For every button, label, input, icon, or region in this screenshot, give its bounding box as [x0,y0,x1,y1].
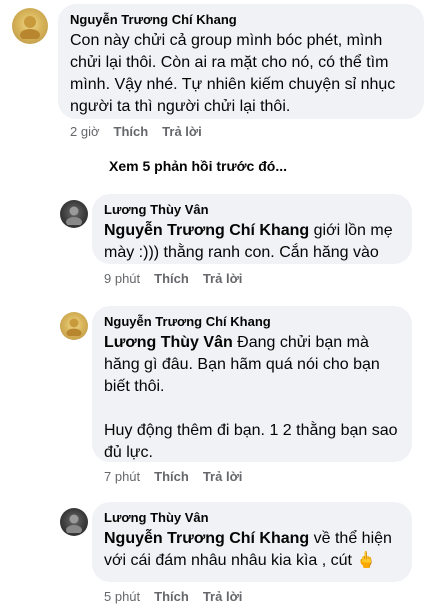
reply-button[interactable]: Trả lời [162,124,202,139]
reply-text: Nguyễn Trương Chí Khang về thể hiện với … [104,530,397,569]
reply-timestamp[interactable]: 5 phút [104,589,140,604]
mention-link[interactable]: Lương Thùy Vân [104,334,233,351]
middle-finger-emoji-icon: 🖕 [356,552,377,569]
reply-bubble: Lương Thùy Vân Nguyễn Trương Chí Khang g… [92,194,412,264]
mention-link[interactable]: Nguyễn Trương Chí Khang [104,222,309,239]
mention-link[interactable]: Nguyễn Trương Chí Khang [104,530,309,547]
like-button[interactable]: Thích [154,589,189,604]
comment-author[interactable]: Nguyễn Trương Chí Khang [70,12,412,28]
avatar[interactable] [12,8,48,44]
like-button[interactable]: Thích [154,469,189,484]
reply-bubble: Lương Thùy Vân Nguyễn Trương Chí Khang v… [92,502,412,582]
comment-actions: 2 giờ Thích Trả lời [70,124,202,139]
comment-timestamp[interactable]: 2 giờ [70,124,100,139]
reply-button[interactable]: Trả lời [203,589,243,604]
avatar[interactable] [60,508,88,536]
reply-actions: 5 phút Thích Trả lời [104,589,242,604]
avatar[interactable] [60,200,88,228]
buddha-avatar-icon [20,16,40,39]
buddha-avatar-icon [66,318,82,336]
reply-author[interactable]: Nguyễn Trương Chí Khang [104,314,400,330]
like-button[interactable]: Thích [154,271,189,286]
comment-text: Con này chửi cả group mình bóc phét, mìn… [70,32,400,115]
person-avatar-icon [66,514,82,533]
reply-author[interactable]: Lương Thùy Vân [104,202,400,218]
reply-timestamp[interactable]: 9 phút [104,271,140,286]
avatar[interactable] [60,312,88,340]
reply-text-paragraph: Huy động thêm đi bạn. 1 2 thằng bạn sao … [104,422,402,461]
reply-button[interactable]: Trả lời [203,469,243,484]
reply-timestamp[interactable]: 7 phút [104,469,140,484]
reply-author[interactable]: Lương Thùy Vân [104,510,400,526]
reply-actions: 9 phút Thích Trả lời [104,271,242,286]
person-avatar-icon [66,206,82,225]
reply-button[interactable]: Trả lời [203,271,243,286]
reply-text: Lương Thùy Vân Đang chửi bạn mà hăng gì … [104,334,385,395]
reply-actions: 7 phút Thích Trả lời [104,469,242,484]
reply-text: Nguyễn Trương Chí Khang giới lồn mẹ mày … [104,222,398,261]
comment-bubble: Nguyễn Trương Chí Khang Con này chửi cả … [58,4,424,119]
view-previous-replies-link[interactable]: Xem 5 phản hồi trước đó... [109,158,287,174]
reply-bubble: Nguyễn Trương Chí Khang Lương Thùy Vân Đ… [92,306,412,462]
like-button[interactable]: Thích [114,124,149,139]
